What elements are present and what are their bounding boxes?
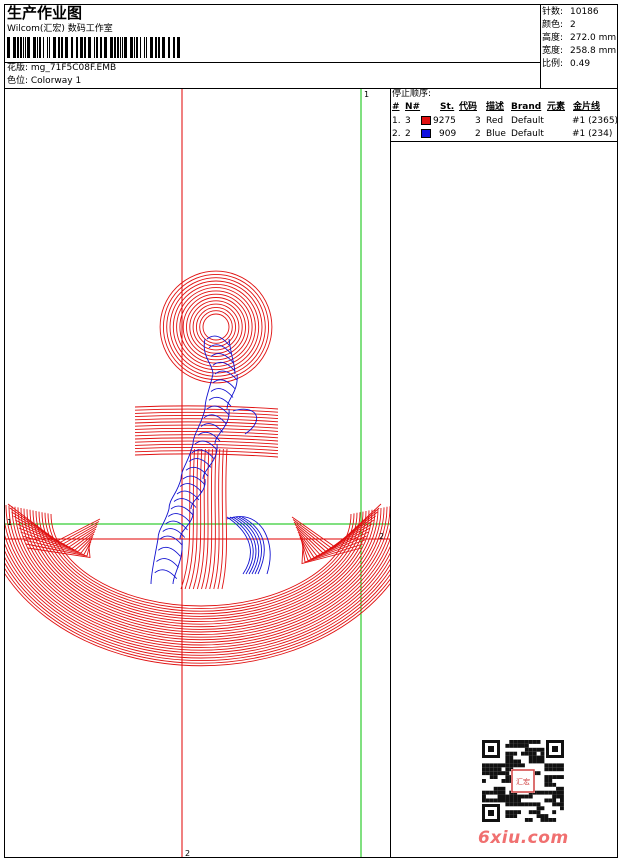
row-st: 909 — [439, 129, 457, 139]
stitches-label: 针数: — [542, 7, 564, 17]
blue-swatch — [421, 129, 431, 138]
row-brand: Default — [511, 129, 544, 139]
stats-divider — [540, 4, 541, 88]
stitches-value: 10186 — [570, 7, 599, 17]
width-label: 宽度: — [542, 46, 564, 56]
scale-value: 0.49 — [570, 59, 591, 69]
row-thread: #1 (234) — [572, 129, 613, 139]
height-value: 272.0 mm — [570, 33, 617, 43]
row-code: 2 — [475, 129, 481, 139]
embroidery-canvas — [5, 89, 390, 857]
guide-label-bottom: 2 — [185, 849, 191, 858]
guide-label-right: 2 — [379, 532, 385, 541]
canvas-divider — [390, 88, 391, 858]
design-filename: 花版: mg_71F5C08F.EMB — [7, 63, 117, 73]
col-element: 元素 — [547, 102, 566, 112]
row-desc: Blue — [486, 129, 506, 139]
col-desc: 描述 — [486, 102, 505, 112]
svg-text:汇宏: 汇宏 — [516, 777, 530, 786]
qr-finder-tl — [482, 740, 500, 758]
qr-finder-tr — [546, 740, 564, 758]
col-code: 代码 — [459, 102, 478, 112]
barcode — [7, 37, 180, 58]
qr-code: 汇宏 — [480, 738, 566, 824]
height-label: 高度: — [542, 33, 564, 43]
colors-label: 颜色: — [542, 20, 564, 30]
guide-label-top: 1 — [364, 90, 370, 99]
watermark: 6xiu.com — [478, 828, 569, 848]
width-value: 258.8 mm — [570, 46, 617, 56]
col-brand: Brand — [511, 102, 542, 112]
row-st: 9275 — [433, 116, 456, 126]
studio-subtitle: Wilcom(汇宏) 数码工作室 — [7, 24, 113, 34]
row-brand: Default — [511, 116, 544, 126]
col-thread: 金片线 — [573, 102, 601, 112]
col-st: St. — [440, 102, 455, 112]
row-code: 3 — [475, 116, 481, 126]
colors-value: 2 — [570, 20, 576, 30]
row-n: 3 — [405, 116, 411, 126]
page-title: 生产作业图 — [7, 4, 83, 22]
qr-finder-bl — [482, 804, 500, 822]
col-num: # — [392, 102, 400, 112]
rope-blue-stitches — [150, 335, 271, 585]
seal-stamp: 汇宏 — [511, 769, 535, 793]
row-num: 2. — [392, 129, 401, 139]
colorway-label: 色位: Colorway 1 — [7, 76, 82, 86]
row-n: 2 — [405, 129, 411, 139]
guide-label-left: 1 — [7, 518, 13, 527]
row-desc: Red — [486, 116, 504, 126]
row-num: 1. — [392, 116, 401, 126]
scale-label: 比例: — [542, 59, 564, 69]
sequence-divider — [390, 141, 618, 142]
row-thread: #1 (2365) — [572, 116, 619, 126]
red-swatch — [421, 116, 431, 125]
col-n: N# — [405, 102, 421, 112]
stop-sequence-title: 停止顺序: — [392, 89, 432, 99]
